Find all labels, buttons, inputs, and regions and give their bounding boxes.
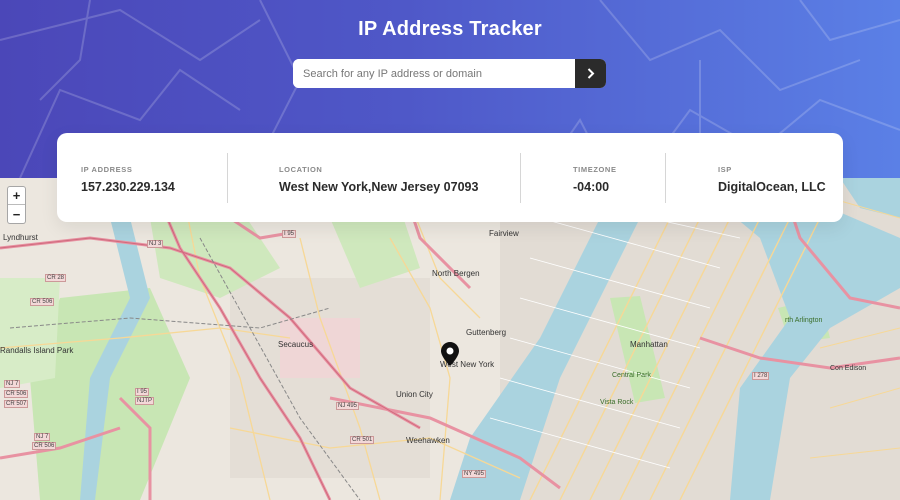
timezone-label: TIMEZONE: [573, 165, 617, 174]
map-label: Lyndhurst: [3, 233, 38, 242]
search-bar: [293, 59, 606, 88]
divider: [520, 153, 521, 203]
zoom-out-button[interactable]: −: [8, 205, 25, 223]
page-title: IP Address Tracker: [358, 18, 542, 40]
map-label: Vista Rock: [600, 399, 634, 406]
map-label: Manhattan: [630, 340, 668, 349]
ip-section: IP ADDRESS 157.230.229.134: [81, 165, 175, 194]
road-shield: CR 28: [45, 274, 67, 282]
road-shield: NJ 7: [4, 380, 21, 388]
map-label: North Bergen: [432, 269, 480, 278]
road-shield: CR 501: [350, 436, 375, 444]
road-shield: NY 495: [462, 470, 486, 478]
divider: [665, 153, 666, 203]
road-shield: I 278: [752, 372, 770, 380]
map-label: Union City: [396, 390, 433, 399]
chevron-right-icon: [587, 68, 594, 79]
map-label: rth Arlington: [785, 317, 823, 324]
map-label: Weehawken: [406, 436, 450, 445]
road-shield: CR 507: [4, 400, 29, 408]
ip-value: 157.230.229.134: [81, 180, 175, 194]
map-label: Central Park: [612, 372, 651, 379]
road-shield: NJTP: [135, 397, 154, 405]
road-shield: NJ 3: [147, 240, 164, 248]
location-pin-icon[interactable]: [441, 342, 459, 366]
divider: [227, 153, 228, 203]
road-shield: I 95: [282, 230, 297, 238]
ip-label: IP ADDRESS: [81, 165, 133, 174]
timezone-section: TIMEZONE -04:00: [573, 165, 617, 194]
road-shield: I 95: [135, 388, 150, 396]
map-label: Guttenberg: [466, 328, 507, 337]
location-value: West New York,New Jersey 07093: [279, 180, 479, 194]
map-view[interactable]: Lyndhurst Fairview North Bergen Guttenbe…: [0, 178, 900, 500]
info-card: IP ADDRESS 157.230.229.134 LOCATION West…: [57, 133, 843, 222]
road-shield: NJ 495: [336, 402, 360, 410]
road-shield: CR 506: [30, 298, 55, 306]
search-button[interactable]: [575, 59, 606, 88]
zoom-control: + −: [7, 186, 26, 224]
isp-label: ISP: [718, 165, 732, 174]
location-section: LOCATION West New York,New Jersey 07093: [279, 165, 478, 194]
zoom-in-button[interactable]: +: [8, 187, 25, 205]
road-shield: CR 506: [32, 442, 57, 450]
map-label: Secaucus: [278, 340, 314, 349]
timezone-value: -04:00: [573, 180, 610, 194]
map-label: Randalls Island Park: [0, 346, 74, 355]
search-input[interactable]: [293, 59, 575, 88]
road-shield: NJ 7: [34, 433, 51, 441]
isp-section: ISP DigitalOcean, LLC: [718, 165, 826, 194]
location-label: LOCATION: [279, 165, 323, 174]
map-label: Fairview: [489, 229, 519, 238]
road-shield: CR 506: [4, 390, 29, 398]
map-tiles: [0, 178, 900, 500]
map-label: Con Edison: [830, 365, 867, 372]
isp-value: DigitalOcean, LLC: [718, 180, 826, 194]
